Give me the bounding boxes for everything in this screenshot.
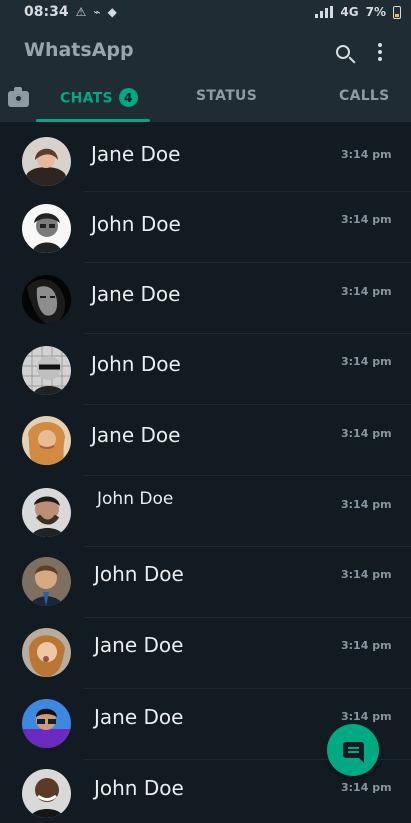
chat-row[interactable]: Jane Doe 3:14 pm — [0, 264, 411, 334]
last-message-time: 3:14 pm — [341, 213, 392, 226]
contact-name: John Doe — [94, 776, 184, 800]
contact-name: John Doe — [91, 352, 181, 376]
more-options-icon — [378, 43, 382, 47]
app-header: WhatsApp CHATS 4 STATUS CALLS — [0, 24, 411, 122]
app-title: WhatsApp — [24, 39, 134, 61]
system-time: 08:34 — [24, 4, 69, 20]
battery-icon — [393, 5, 401, 19]
contact-avatar — [22, 416, 71, 465]
warning-icon: ⚠ — [75, 5, 87, 19]
search-button[interactable] — [331, 40, 355, 64]
row-divider — [84, 688, 411, 689]
contact-avatar — [22, 346, 71, 395]
chat-row[interactable]: Jane Doe 3:14 pm — [0, 122, 411, 192]
contact-name: Jane Doe — [91, 142, 181, 166]
tab-chats-label: CHATS — [60, 90, 113, 107]
tab-status[interactable]: STATUS — [196, 88, 257, 104]
search-icon — [336, 45, 350, 59]
new-chat-button[interactable] — [327, 724, 379, 776]
contact-name: John Doe — [91, 212, 181, 236]
last-message-time: 3:14 pm — [341, 355, 392, 368]
system-status-bar: 08:34 ⚠ ⌁ ◆ 4G 7% — [0, 0, 411, 24]
row-divider — [84, 333, 411, 334]
tab-calls[interactable]: CALLS — [339, 88, 390, 104]
contact-name: Jane Doe — [94, 633, 184, 657]
antenna-icon: ⌁ — [93, 5, 101, 19]
row-divider — [84, 546, 411, 547]
contact-avatar — [22, 769, 71, 818]
chat-row[interactable]: John Doe 3:14 pm — [0, 477, 411, 547]
contact-name: Jane Doe — [91, 282, 181, 306]
chat-row[interactable]: Jane Doe 3:14 pm — [0, 619, 411, 689]
contact-avatar — [22, 628, 71, 677]
row-divider — [84, 475, 411, 476]
chat-row[interactable]: John Doe 3:14 pm — [0, 335, 411, 405]
row-divider — [84, 191, 411, 192]
contact-avatar — [22, 699, 71, 748]
signal-strength-icon — [315, 6, 334, 18]
contact-name: John Doe — [94, 562, 184, 586]
camera-icon — [8, 87, 29, 107]
row-divider — [84, 617, 411, 618]
contact-avatar — [22, 137, 71, 186]
last-message-time: 3:14 pm — [341, 285, 392, 298]
status-bar-right: 4G 7% — [315, 5, 401, 19]
tab-camera[interactable] — [8, 87, 29, 107]
contact-name: Jane Doe — [94, 705, 184, 729]
new-chat-icon — [342, 742, 364, 763]
chat-row[interactable]: John Doe 3:14 pm — [0, 193, 411, 263]
main-tabs: CHATS 4 STATUS CALLS — [0, 78, 411, 122]
contact-avatar — [22, 204, 71, 253]
more-options-icon — [378, 50, 382, 54]
contact-avatar — [22, 488, 71, 537]
last-message-time: 3:14 pm — [341, 710, 392, 723]
battery-percentage: 7% — [365, 5, 386, 19]
last-message-time: 3:14 pm — [341, 498, 392, 511]
chat-list[interactable]: Jane Doe 3:14 pm John Doe 3:14 pm Jane D… — [0, 122, 411, 823]
last-message-time: 3:14 pm — [341, 639, 392, 652]
chat-row[interactable]: Jane Doe 3:14 pm — [0, 406, 411, 476]
status-bar-left: 08:34 ⚠ ⌁ ◆ — [24, 4, 117, 20]
tab-chats[interactable]: CHATS 4 — [60, 88, 138, 107]
row-divider — [84, 404, 411, 405]
android-icon: ◆ — [107, 5, 117, 19]
network-type: 4G — [340, 5, 359, 19]
row-divider — [84, 262, 411, 263]
last-message-time: 3:14 pm — [341, 148, 392, 161]
contact-avatar — [22, 557, 71, 606]
contact-name: Jane Doe — [91, 423, 181, 447]
contact-avatar — [22, 275, 71, 324]
more-options-icon — [378, 57, 382, 61]
last-message-time: 3:14 pm — [341, 568, 392, 581]
unread-chats-badge: 4 — [118, 88, 138, 107]
more-options-button[interactable] — [368, 40, 392, 64]
last-message-time: 3:14 pm — [341, 427, 392, 440]
contact-name: John Doe — [97, 489, 174, 509]
last-message-time: 3:14 pm — [341, 781, 392, 794]
chat-row[interactable]: John Doe 3:14 pm — [0, 548, 411, 618]
